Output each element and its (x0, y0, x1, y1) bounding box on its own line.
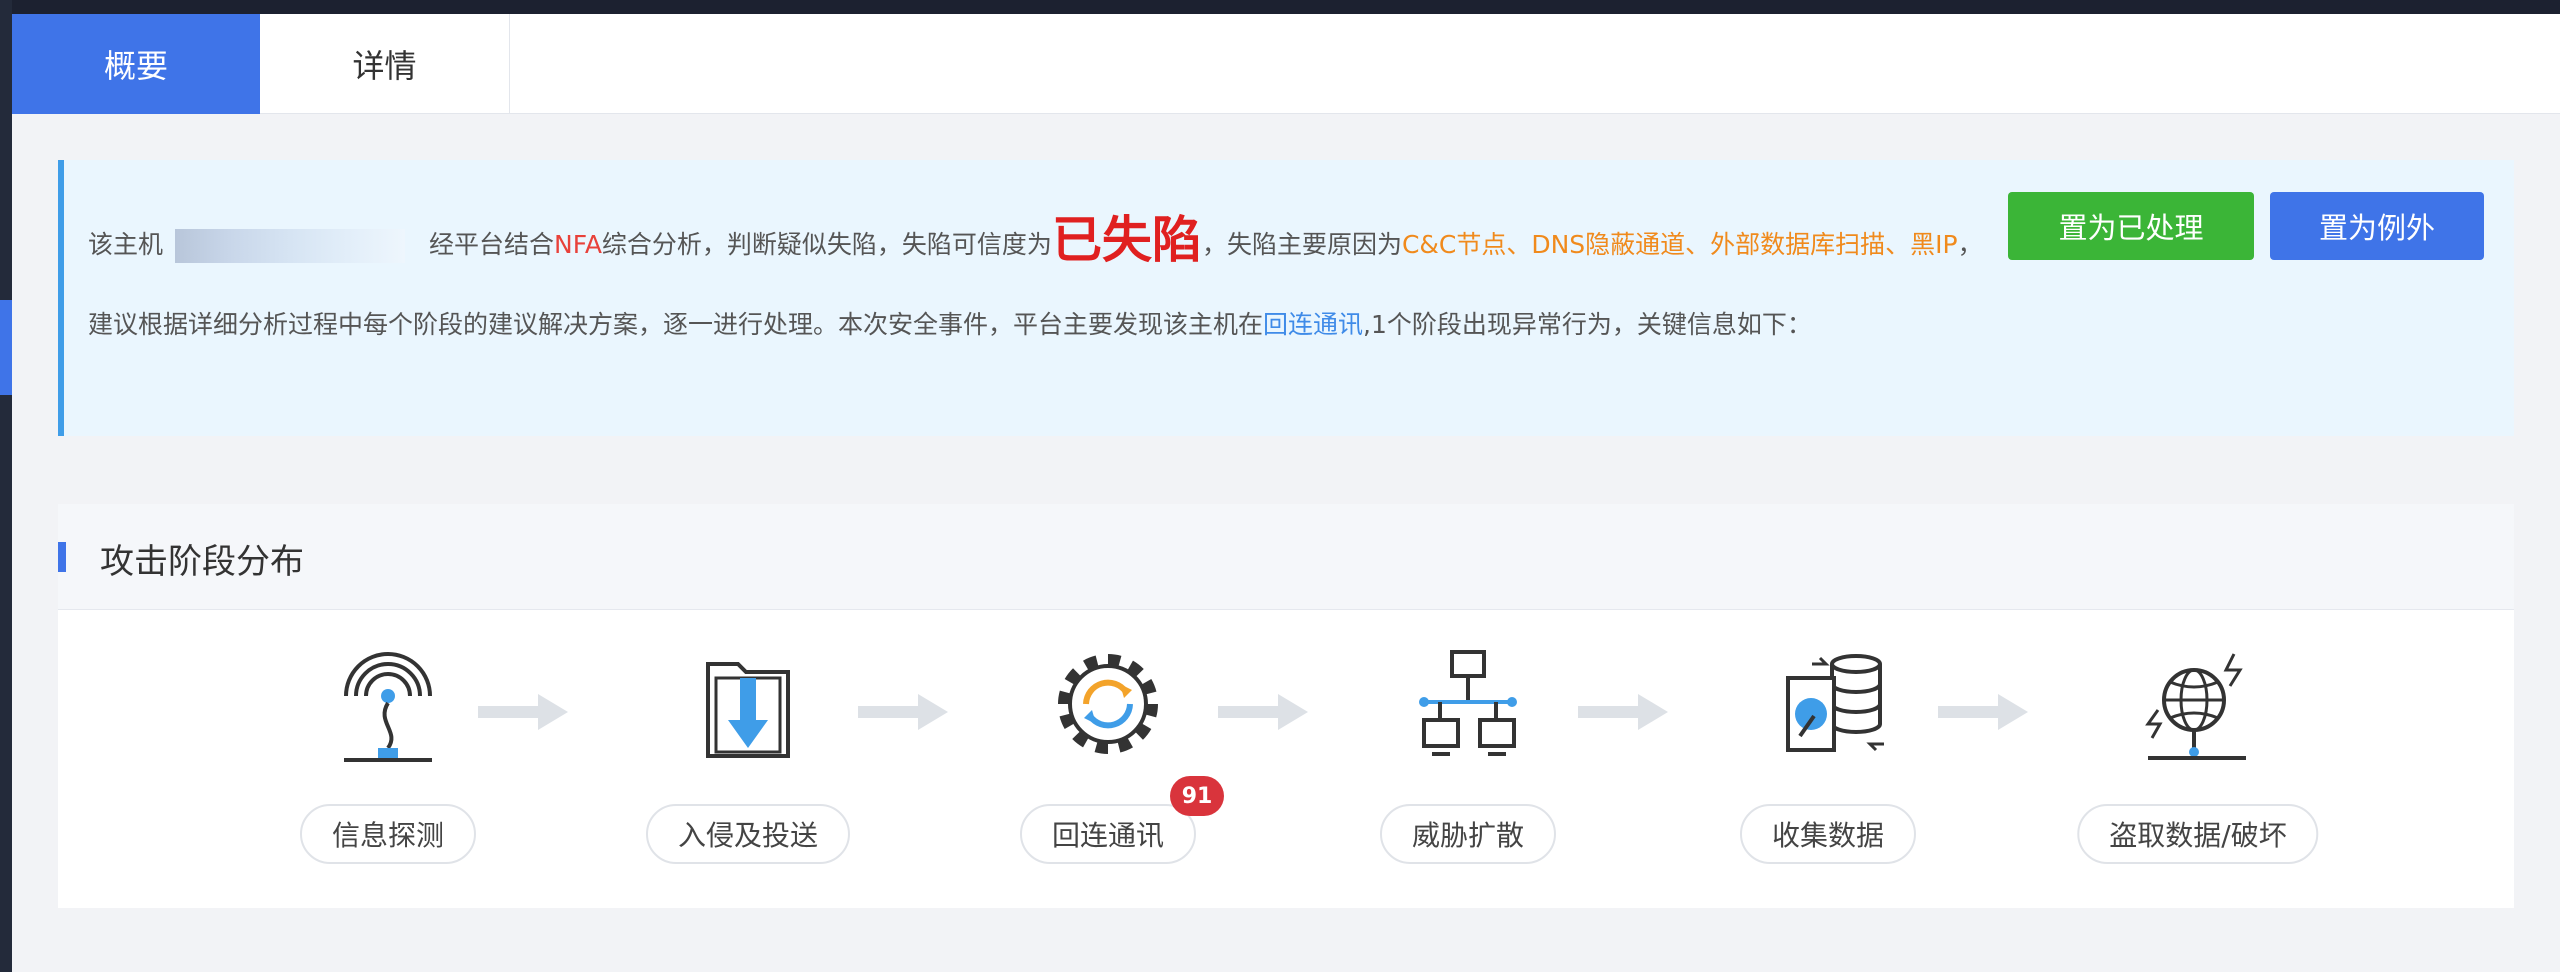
event-window: 概要 详情 该主机 经平台结合NFA综合分析，判断疑似失陷，失陷可信度为已失陷，失… (12, 14, 2560, 972)
section-title: 攻击阶段分布 (100, 542, 304, 582)
stage-intrusion: 入侵及投送 (598, 644, 898, 874)
left-edge-accent (0, 300, 12, 395)
section-accent-bar (58, 542, 66, 572)
stage-collect: 收集数据 (1678, 644, 1978, 874)
summary-banner: 该主机 经平台结合NFA综合分析，判断疑似失陷，失陷可信度为已失陷，失陷主要原因为… (58, 160, 2514, 436)
stage-arrow-icon (1578, 694, 1668, 730)
stage-exfiltrate: 盗取数据/破坏 (2048, 644, 2348, 874)
tab-overview[interactable]: 概要 (12, 14, 260, 114)
network-topology-icon (1419, 650, 1517, 756)
database-collect-icon (1786, 654, 1884, 752)
folder-download-icon (706, 662, 790, 758)
verdict-label: 已失陷 (1051, 211, 1202, 269)
summary-seg-1: 经平台结合 (429, 230, 555, 259)
mark-handled-button[interactable]: 置为已处理 (2008, 192, 2254, 260)
left-edge (0, 0, 12, 972)
alert-count-badge: 91 (1170, 776, 1224, 816)
stage-spread: 威胁扩散 (1318, 644, 1618, 874)
stage-link[interactable]: 回连通讯 (1263, 310, 1363, 339)
summary-seg-2: 综合分析，判断疑似失陷，失陷可信度为 (601, 230, 1052, 259)
stage-pill[interactable]: 盗取数据/破坏 (2077, 804, 2319, 864)
tab-bar: 概要 详情 (12, 14, 2560, 114)
reasons-text: C&C节点、DNS隐蔽通道、外部数据库扫描、黑IP (1401, 230, 1958, 259)
stage-arrow-icon (478, 694, 568, 730)
stage-arrow-icon (858, 694, 948, 730)
attack-stages-panel: 攻击阶段分布 信息探测 入侵及投送 回连通讯 91 威胁扩散 收集数据 盗取数据… (58, 504, 2514, 908)
stage-arrow-icon (1218, 694, 1308, 730)
stage-arrow-icon (1938, 694, 2028, 730)
signal-probe-icon (344, 652, 432, 762)
stage-pill[interactable]: 回连通讯 (1019, 804, 1197, 864)
summary-seg-5: ,1个阶段出现异常行为，关键信息如下： (1363, 310, 1812, 339)
globe-attack-icon (2145, 653, 2246, 760)
host-prefix: 该主机 (88, 230, 164, 259)
stage-pill[interactable]: 威胁扩散 (1379, 804, 1557, 864)
stage-info-probe: 信息探测 (238, 644, 538, 874)
stages-header: 攻击阶段分布 (58, 504, 2514, 610)
stage-pill[interactable]: 收集数据 (1739, 804, 1917, 864)
stage-pill[interactable]: 入侵及投送 (645, 804, 851, 864)
stage-callback: 回连通讯 91 (958, 644, 1258, 874)
gear-sync-icon (1058, 654, 1158, 754)
summary-text: 该主机 经平台结合NFA综合分析，判断疑似失陷，失陷可信度为已失陷，失陷主要原因为… (88, 200, 1988, 365)
masked-host-ip (175, 229, 406, 263)
nfa-term: NFA (554, 230, 602, 259)
tab-details[interactable]: 详情 (260, 14, 510, 114)
summary-seg-3: ，失陷主要原因为 (1201, 230, 1402, 259)
mark-exception-button[interactable]: 置为例外 (2270, 192, 2484, 260)
stage-pill[interactable]: 信息探测 (299, 804, 477, 864)
